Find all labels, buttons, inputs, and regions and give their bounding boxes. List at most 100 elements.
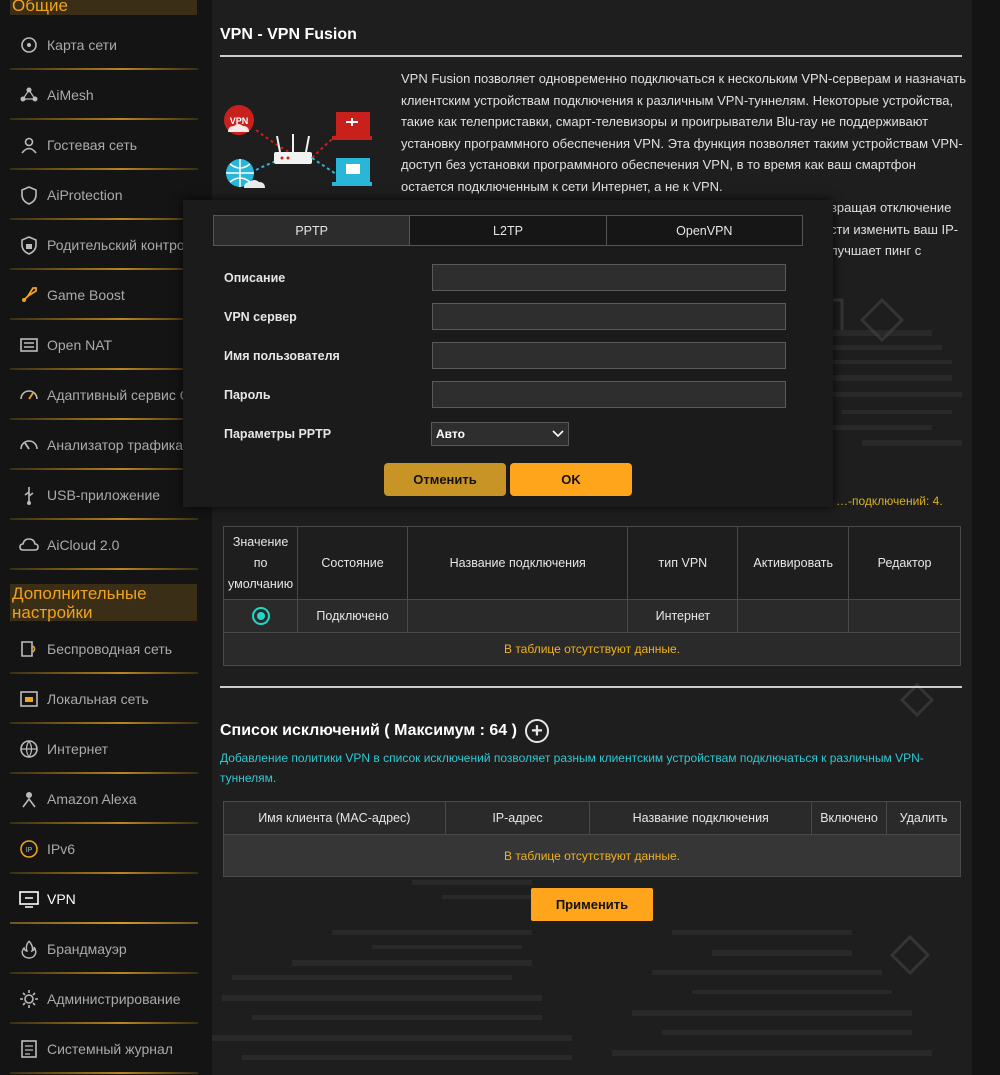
- sidebar-item-label: Open NAT: [47, 337, 113, 353]
- sidebar-item-alexa[interactable]: Amazon Alexa: [10, 774, 198, 824]
- open-nat-icon: [18, 334, 40, 356]
- sidebar-item-label: Родительский контроль: [47, 237, 198, 253]
- connections-hint: …-подключений: 4.: [836, 494, 943, 508]
- chevron-down-icon: [552, 429, 564, 437]
- sidebar-item-label: Гостевая сеть: [47, 137, 138, 153]
- administration-icon: [18, 988, 40, 1010]
- guest-network-icon: [18, 134, 40, 156]
- sidebar-item-label: AiCloud 2.0: [47, 537, 120, 553]
- sidebar-item-aimesh[interactable]: AiMesh: [10, 70, 198, 120]
- col-activate: Активировать: [737, 526, 850, 600]
- status-cell: Подключено: [297, 599, 408, 633]
- tab-openvpn[interactable]: OpenVPN: [606, 215, 803, 246]
- sidebar-header-advanced: Дополнительные настройки: [10, 584, 197, 622]
- vpn-server-label: VPN сервер: [224, 309, 297, 324]
- protocol-tabs: PPTP L2TP OpenVPN: [213, 215, 803, 246]
- sidebar-item-label: Анализатор трафика: [47, 437, 184, 453]
- sidebar-item-game-boost[interactable]: Game Boost: [10, 270, 198, 320]
- pptp-options-select[interactable]: Авто: [431, 421, 569, 446]
- sidebar-item-parental-control[interactable]: Родительский контроль: [10, 220, 198, 270]
- ok-button[interactable]: OK: [510, 463, 632, 496]
- col-vpn-type: тип VPN: [627, 526, 739, 600]
- sidebar-item-guest-network[interactable]: Гостевая сеть: [10, 120, 198, 170]
- name-cell: [406, 599, 629, 633]
- sidebar-item-label: USB-приложение: [47, 487, 161, 503]
- firewall-icon: [18, 938, 40, 960]
- sidebar-item-network-map[interactable]: Карта сети: [10, 20, 198, 70]
- page-title: VPN - VPN Fusion: [220, 26, 357, 43]
- pptp-options-row: Параметры PPTP Авто: [224, 420, 786, 447]
- col-status: Состояние: [297, 526, 408, 600]
- table-header-row: Имя клиента (MAC-адрес) IP-адрес Названи…: [223, 801, 961, 835]
- username-input[interactable]: [432, 342, 786, 369]
- col-default: Значение по умолчанию: [222, 526, 299, 600]
- activate-cell: [737, 599, 850, 633]
- sidebar-item-open-nat[interactable]: Open NAT: [10, 320, 198, 370]
- editor-cell: [848, 599, 961, 633]
- intro-paragraph-2: вращая отключение сти изменить ваш IP- л…: [830, 200, 959, 258]
- section-divider: [220, 686, 962, 688]
- apply-button[interactable]: Применить: [531, 888, 653, 921]
- lan-icon: [18, 688, 40, 710]
- col-client-name: Имя клиента (MAC-адрес): [223, 801, 446, 835]
- qos-icon: [18, 384, 40, 406]
- sidebar-item-label: Локальная сеть: [47, 691, 149, 707]
- vpn-profile-modal: PPTP L2TP OpenVPN Описание VPN сервер Им…: [183, 200, 833, 507]
- no-data-message: В таблице отсутствуют данные.: [223, 834, 961, 877]
- sidebar-item-label: Карта сети: [47, 37, 117, 53]
- col-enabled: Включено: [811, 801, 888, 835]
- exception-title-text: Список исключений ( Максимум : 64 ): [220, 722, 517, 739]
- add-exception-plus-icon[interactable]: +: [524, 719, 549, 743]
- exception-table: Имя клиента (MAC-адрес) IP-адрес Названи…: [223, 801, 961, 877]
- sidebar-item-lan[interactable]: Локальная сеть: [10, 674, 198, 724]
- password-input[interactable]: [432, 381, 786, 408]
- usb-app-icon: [18, 484, 40, 506]
- col-editor: Редактор: [848, 526, 961, 600]
- pptp-options-value: Авто: [436, 426, 465, 441]
- sidebar-item-ipv6[interactable]: IP IPv6: [10, 824, 198, 874]
- sidebar-item-label: IPv6: [47, 841, 76, 857]
- vpn-server-input[interactable]: [432, 303, 786, 330]
- sidebar-item-system-log[interactable]: Системный журнал: [10, 1024, 198, 1074]
- sidebar-item-label: Amazon Alexa: [47, 791, 137, 807]
- table-header-row: Значение по умолчанию Состояние Название…: [222, 526, 961, 600]
- game-boost-icon: [18, 284, 40, 306]
- vpn-fusion-illustration: VPN: [224, 105, 372, 188]
- vpn-server-row: VPN сервер: [224, 303, 786, 330]
- exception-list-title: Список исключений ( Максимум : 64 ) +: [220, 719, 549, 743]
- sidebar-header-general: Общие: [10, 0, 197, 15]
- sidebar-item-label: Администрирование: [47, 991, 181, 1007]
- sidebar-item-qos[interactable]: Адаптивный сервис QoS: [10, 370, 198, 420]
- aicloud-icon: [18, 534, 40, 556]
- sidebar-item-aiprotection[interactable]: AiProtection: [10, 170, 198, 220]
- vpn-icon: [18, 888, 40, 910]
- sidebar-item-label: Брандмауэр: [47, 941, 127, 957]
- sidebar-item-label: Интернет: [47, 741, 109, 757]
- sidebar-item-usb-app[interactable]: USB-приложение: [10, 470, 198, 520]
- sidebar-item-administration[interactable]: Администрирование: [10, 974, 198, 1024]
- col-connection-name: Название подключения: [406, 526, 629, 600]
- sidebar-item-wireless[interactable]: Беспроводная сеть: [10, 624, 198, 674]
- username-label: Имя пользователя: [224, 348, 340, 363]
- table-row: В таблице отсутствуют данные.: [223, 632, 961, 666]
- cancel-button[interactable]: Отменить: [384, 463, 506, 496]
- sidebar-item-label: Адаптивный сервис QoS: [47, 387, 198, 403]
- sidebar-item-aicloud[interactable]: AiCloud 2.0: [10, 520, 198, 570]
- title-divider: [220, 55, 962, 57]
- sidebar-item-firewall[interactable]: Брандмауэр: [10, 924, 198, 974]
- no-data-message: В таблице отсутствуют данные.: [223, 632, 961, 666]
- tab-l2tp[interactable]: L2TP: [410, 215, 607, 246]
- sidebar-item-traffic-analyzer[interactable]: Анализатор трафика: [10, 420, 198, 470]
- sidebar-item-label: Беспроводная сеть: [47, 641, 173, 657]
- username-row: Имя пользователя: [224, 342, 786, 369]
- parental-control-icon: [18, 234, 40, 256]
- description-row: Описание: [224, 264, 786, 291]
- default-radio[interactable]: [251, 607, 270, 625]
- description-label: Описание: [224, 270, 286, 285]
- table-row: Подключено Интернет: [222, 599, 961, 633]
- tab-pptp[interactable]: PPTP: [213, 215, 411, 246]
- description-input[interactable]: [432, 264, 786, 291]
- sidebar-item-internet[interactable]: Интернет: [10, 724, 198, 774]
- sidebar-item-vpn[interactable]: VPN: [10, 874, 198, 924]
- default-cell: [222, 599, 299, 633]
